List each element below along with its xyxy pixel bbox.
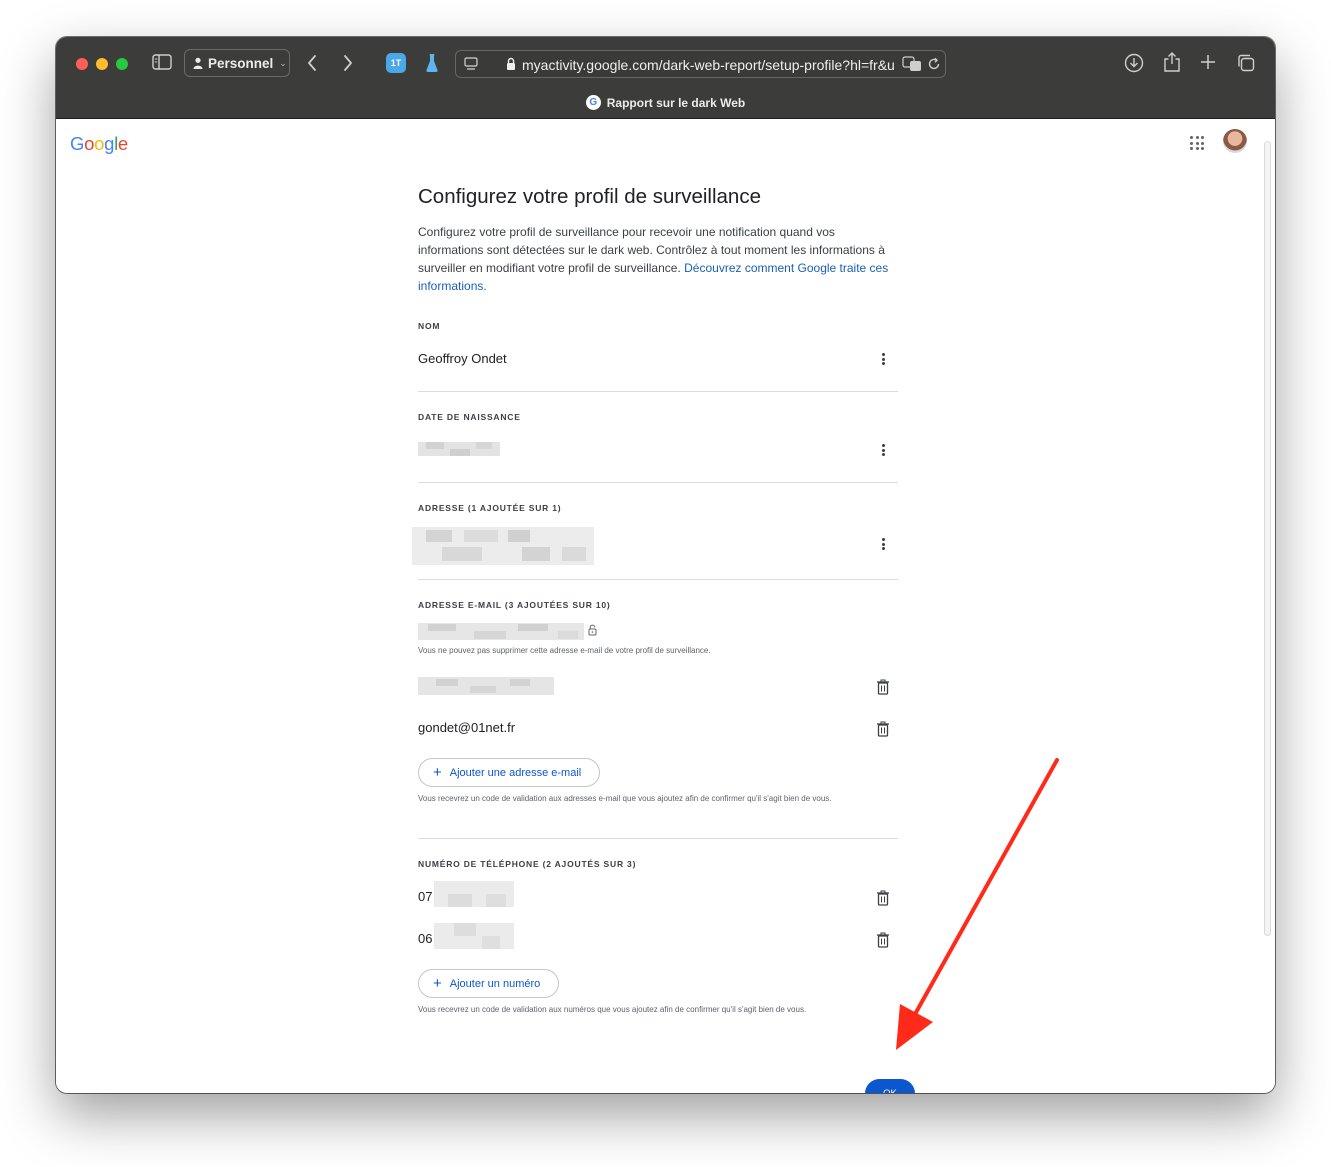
annotation-arrow — [896, 758, 1059, 1050]
